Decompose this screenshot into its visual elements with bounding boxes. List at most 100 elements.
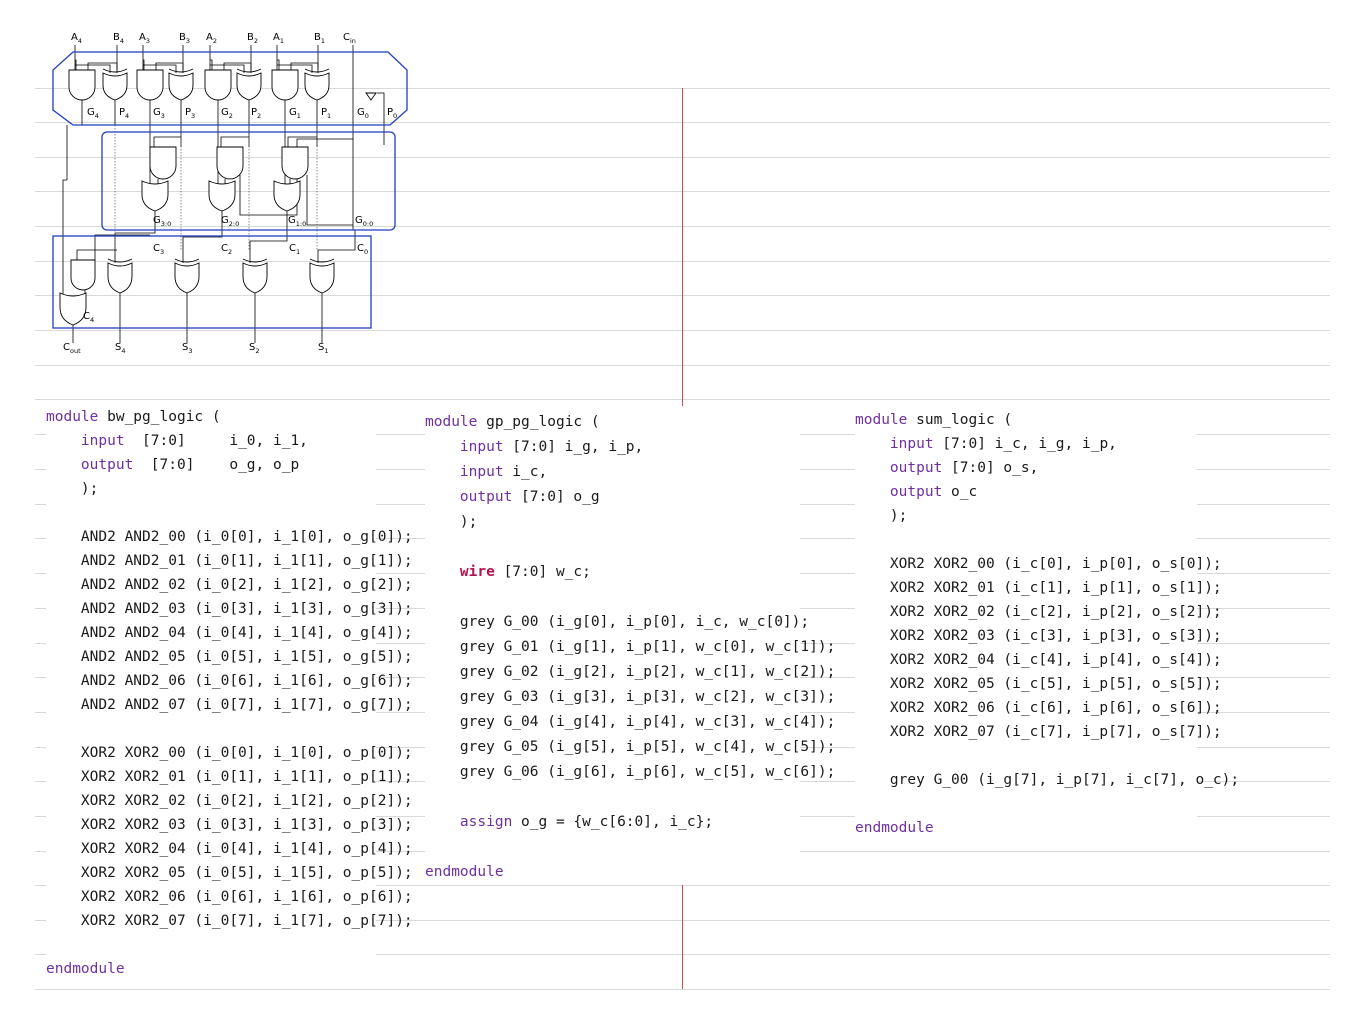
code-line: XOR2 XOR2_07 (i_0[7], i_1[7], o_p[7]); [46, 909, 413, 933]
signal-label: G3 [153, 107, 165, 120]
code-line: XOR2 XOR2_06 (i_0[6], i_1[6], o_p[6]); [46, 885, 413, 909]
code-line: AND2 AND2_01 (i_0[1], i_1[1], o_g[1]); [46, 549, 413, 573]
code-text: bw_pg_logic ( [98, 409, 221, 425]
signal-label: B3 [179, 32, 190, 45]
code-text: grey G_02 (i_g[2], i_p[2], w_c[1], w_c[2… [425, 664, 836, 680]
code-text: [7:0] i_c, i_g, i_p, [933, 436, 1117, 452]
sum-logic-code: module sum_logic ( input [7:0] i_c, i_g,… [855, 408, 1239, 840]
code-text: XOR2 XOR2_00 (i_0[0], i_1[0], o_p[0]); [46, 745, 413, 761]
code-text: XOR2 XOR2_03 (i_0[3], i_1[3], o_p[3]); [46, 817, 413, 833]
code-keyword: input [459, 439, 504, 455]
code-line: output [7:0] o_g, o_p [46, 453, 376, 477]
and-gate [136, 69, 164, 101]
xor-gate [107, 262, 133, 294]
code-text: o_g = {w_c[6:0], i_c}; [512, 814, 714, 830]
xor-gate-bar [174, 258, 200, 263]
code-text: grey G_00 (i_g[0], i_p[0], i_c, w_c[0]); [425, 614, 810, 630]
xor-gate [304, 72, 330, 101]
code-text: [7:0] o_s, [942, 460, 1039, 476]
code-line: AND2 AND2_00 (i_0[0], i_1[0], o_g[0]); [46, 525, 413, 549]
xor-gate-bar [107, 258, 133, 263]
code-text: i_c, [503, 464, 548, 480]
code-line: output [7:0] o_g [425, 485, 800, 510]
signal-label: S1 [318, 342, 329, 355]
signal-label: Cin [343, 32, 356, 45]
signal-label: G1 [289, 107, 301, 120]
or-gate [141, 180, 169, 212]
and-gate [281, 146, 309, 180]
code-keyword: module [425, 414, 478, 430]
code-line: grey G_00 (i_g[0], i_p[0], i_c, w_c[0]); [425, 610, 809, 635]
code-line: module sum_logic ( [855, 408, 1197, 432]
code-text: [7:0] o_g, o_p [133, 457, 300, 473]
code-text: [7:0] i_0, i_1, [124, 433, 308, 449]
code-line: grey G_05 (i_g[5], i_p[5], w_c[4], w_c[5… [425, 735, 835, 760]
signal-label: B1 [314, 32, 325, 45]
code-text: [7:0] i_g, i_p, [503, 439, 644, 455]
code-text: [7:0] o_g [512, 489, 600, 505]
signal-label: P0 [387, 107, 397, 120]
xor-gate [309, 262, 335, 294]
code-text: XOR2 XOR2_06 (i_0[6], i_1[6], o_p[6]); [46, 889, 413, 905]
code-line: grey G_01 (i_g[1], i_p[1], w_c[0], w_c[1… [425, 635, 835, 660]
code-line: XOR2 XOR2_02 (i_0[2], i_1[2], o_p[2]); [46, 789, 413, 813]
code-text: AND2 AND2_01 (i_0[1], i_1[1], o_g[1]); [46, 553, 413, 569]
code-line: XOR2 XOR2_01 (i_0[1], i_1[1], o_p[1]); [46, 765, 413, 789]
code-line: input [7:0] i_0, i_1, [46, 429, 376, 453]
code-text: XOR2 XOR2_05 (i_0[5], i_1[5], o_p[5]); [46, 865, 413, 881]
signal-label: G0:0 [355, 215, 373, 228]
signal-label: C4 [83, 311, 94, 324]
code-text: AND2 AND2_03 (i_0[3], i_1[3], o_g[3]); [46, 601, 413, 617]
code-text: o_c [942, 484, 978, 500]
code-keyword: output [889, 460, 943, 476]
signal-label: C2 [221, 243, 232, 256]
and-gate [204, 69, 232, 101]
margin-line [682, 880, 683, 989]
and-gate [149, 146, 177, 180]
code-text: XOR2 XOR2_00 (i_c[0], i_p[0], o_s[0]); [855, 556, 1222, 572]
code-text: XOR2 XOR2_04 (i_0[4], i_1[4], o_p[4]); [46, 841, 413, 857]
and-gate [70, 259, 96, 291]
code-text: XOR2 XOR2_05 (i_c[5], i_p[5], o_s[5]); [855, 676, 1222, 692]
code-text: grey G_05 (i_g[5], i_p[5], w_c[4], w_c[5… [425, 739, 836, 755]
code-keyword: module [855, 412, 908, 428]
code-line: grey G_04 (i_g[4], i_p[4], w_c[3], w_c[4… [425, 710, 835, 735]
signal-label: A1 [273, 32, 284, 45]
code-line: wire [7:0] w_c; [425, 560, 800, 585]
code-keyword: input [459, 464, 504, 480]
and-gate [68, 69, 96, 101]
xor-gate-bar [242, 258, 268, 263]
code-text: XOR2 XOR2_07 (i_c[7], i_p[7], o_s[7]); [855, 724, 1222, 740]
code-text: XOR2 XOR2_01 (i_c[1], i_p[1], o_s[1]); [855, 580, 1222, 596]
signal-label: A4 [71, 32, 82, 45]
code-line: XOR2 XOR2_02 (i_c[2], i_p[2], o_s[2]); [855, 600, 1222, 624]
code-line: XOR2 XOR2_01 (i_c[1], i_p[1], o_s[1]); [855, 576, 1222, 600]
code-keyword: input [889, 436, 934, 452]
code-text: [7:0] w_c; [494, 564, 591, 580]
code-text: AND2 AND2_00 (i_0[0], i_1[0], o_g[0]); [46, 529, 413, 545]
xor-gate [168, 72, 194, 101]
code-text: AND2 AND2_02 (i_0[2], i_1[2], o_g[2]); [46, 577, 413, 593]
code-line: module gp_pg_logic ( [425, 410, 800, 435]
signal-label: G4 [87, 107, 99, 120]
code-keyword: wire [459, 564, 495, 580]
carry-lookahead-adder-diagram: A4 B4 A3 B3 A2 B2 A1 B1 Cin G4 P4 G3 P3 G2 P2 G1 P1 G0 P0 G… [52, 32, 408, 355]
code-keyword: endmodule [46, 961, 125, 977]
xor-gate-bar [168, 68, 194, 73]
xor-gate-bar [309, 258, 335, 263]
code-line: XOR2 XOR2_07 (i_c[7], i_p[7], o_s[7]); [855, 720, 1222, 744]
and-gate [271, 69, 299, 101]
signal-label: A3 [139, 32, 150, 45]
code-keyword: output [889, 484, 943, 500]
code-line: XOR2 XOR2_06 (i_c[6], i_p[6], o_s[6]); [855, 696, 1222, 720]
code-text: XOR2 XOR2_03 (i_c[3], i_p[3], o_s[3]); [855, 628, 1222, 644]
code-line: output [7:0] o_s, [855, 456, 1197, 480]
